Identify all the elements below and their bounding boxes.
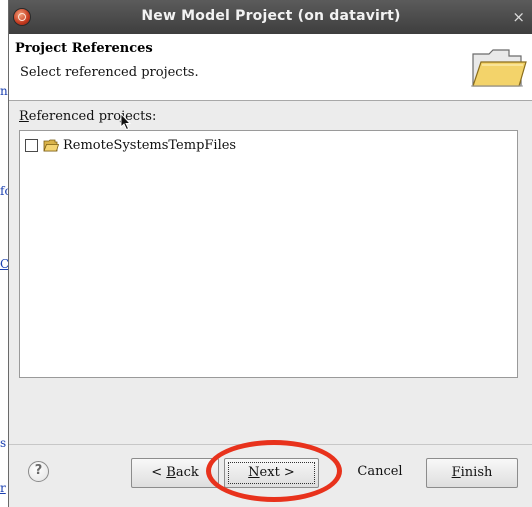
next-button[interactable]: Next >: [224, 458, 319, 488]
project-name: RemoteSystemsTempFiles: [63, 137, 237, 153]
background-text-fragment: n: [0, 84, 8, 98]
title-bar[interactable]: New Model Project (on datavirt) ×: [9, 0, 532, 34]
screen: n fo C s r New Model Project (on datavir…: [0, 0, 532, 507]
new-model-project-dialog: New Model Project (on datavirt) × Projec…: [8, 0, 532, 507]
help-button[interactable]: ?: [28, 461, 49, 482]
referenced-projects-label: Referenced projects:: [19, 109, 157, 124]
background-link-fragment: r: [0, 481, 6, 495]
button-bar-separator: [9, 444, 532, 445]
cancel-button[interactable]: Cancel: [336, 458, 424, 488]
project-folder-icon: [43, 139, 59, 151]
focus-ring: Next >: [228, 462, 315, 484]
project-checkbox[interactable]: [25, 138, 38, 152]
wizard-header: Project References Select referenced pro…: [9, 34, 532, 101]
page-title: Project References: [15, 41, 153, 56]
mouse-pointer-icon: [120, 113, 132, 131]
finish-button[interactable]: Finish: [426, 458, 518, 488]
close-icon[interactable]: ×: [512, 8, 525, 26]
list-item[interactable]: RemoteSystemsTempFiles: [25, 137, 236, 153]
background-text-fragment: s: [0, 436, 7, 450]
page-description: Select referenced projects.: [20, 65, 199, 80]
open-folder-icon: [471, 49, 527, 87]
referenced-projects-list[interactable]: RemoteSystemsTempFiles: [19, 130, 518, 378]
back-button[interactable]: < Back: [131, 458, 219, 488]
window-title: New Model Project (on datavirt): [141, 8, 401, 24]
